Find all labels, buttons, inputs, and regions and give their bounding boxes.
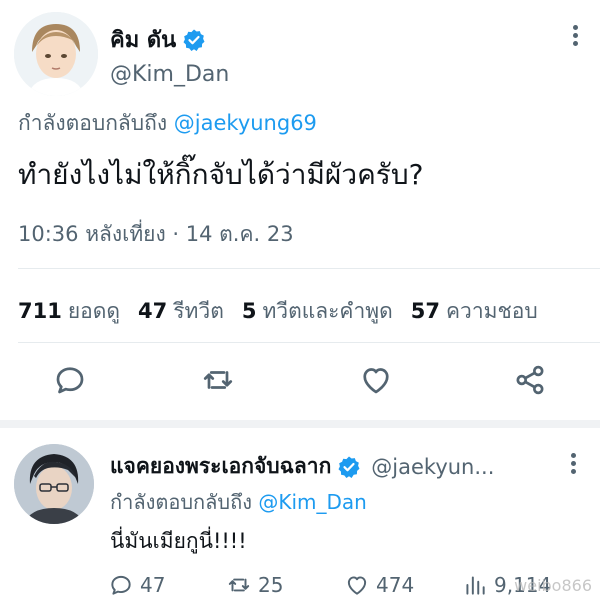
avatar-illustration [14, 12, 98, 96]
display-name-text[interactable]: คิม ดัน [110, 22, 176, 57]
tweet-actions [0, 362, 600, 402]
display-name[interactable]: แจคยองพระเอกจับฉลาก [110, 450, 331, 483]
more-options-icon[interactable] [570, 22, 580, 50]
stat-quotes[interactable]: 5 ทวีตและคำพูด [242, 295, 393, 328]
reply-context: กำลังตอบกลับถึง @jaekyung69 [18, 107, 317, 140]
stat-retweets[interactable]: 47 รีทวีต [138, 295, 224, 328]
reply-count: 47 [140, 573, 166, 597]
like-icon [347, 576, 367, 595]
share-icon[interactable] [512, 362, 548, 398]
retweet-icon [228, 578, 250, 592]
watermark: weibo866 [514, 576, 592, 595]
section-divider [0, 420, 600, 428]
reply-icon [111, 575, 131, 595]
reply-mention-link[interactable]: @jaekyung69 [174, 111, 317, 135]
retweet-count-button[interactable]: 25 [226, 572, 344, 598]
like-count: 474 [376, 573, 415, 597]
avatar-illustration [14, 444, 94, 524]
reply-tweet[interactable]: แจคยองพระเอกจับฉลาก @jaekyun... กำลังตอบ… [0, 428, 600, 607]
verified-badge-icon [338, 456, 360, 478]
handle[interactable]: @jaekyun... [371, 455, 494, 479]
reply-icon[interactable] [52, 362, 88, 398]
avatar[interactable] [14, 12, 98, 96]
tweet-text: ทำยังไงไม่ให้กิ๊กจับได้ว่ามีผัวครับ? [18, 158, 424, 191]
handle[interactable]: @Kim_Dan [110, 62, 229, 87]
reply-context: กำลังตอบกลับถึง @Kim_Dan [110, 486, 367, 518]
reply-prefix: กำลังตอบกลับถึง [110, 490, 252, 514]
stat-views[interactable]: 711 ยอดดู [18, 295, 120, 328]
tweet-timestamp[interactable]: 10:36 หลังเที่ยง · 14 ต.ค. 23 [18, 218, 294, 251]
display-name[interactable]: คิม ดัน [110, 22, 206, 57]
stat-likes[interactable]: 57 ความชอบ [411, 295, 538, 328]
retweet-count: 25 [258, 573, 284, 597]
like-icon[interactable] [358, 362, 394, 398]
divider [18, 342, 600, 343]
tweet-text: นี่มันเมียกูนี่!!!! [110, 529, 247, 553]
like-count-button[interactable]: 474 [344, 572, 462, 598]
retweet-icon[interactable] [200, 362, 236, 398]
reply-header: แจคยองพระเอกจับฉลาก @jaekyun... [110, 450, 494, 483]
tweet-stats: 711 ยอดดู 47 รีทวีต 5 ทวีตและคำพูด 57 ความชอ… [18, 295, 538, 328]
reply-count-button[interactable]: 47 [108, 572, 226, 598]
divider [18, 268, 600, 269]
reply-mention-link[interactable]: @Kim_Dan [258, 490, 367, 514]
reply-prefix: กำลังตอบกลับถึง [18, 111, 168, 135]
reply-actions: 47 25 474 9,114 [108, 572, 580, 598]
views-icon [466, 576, 485, 595]
avatar[interactable] [14, 444, 94, 524]
more-options-icon[interactable] [568, 450, 578, 478]
verified-badge-icon [183, 29, 205, 51]
